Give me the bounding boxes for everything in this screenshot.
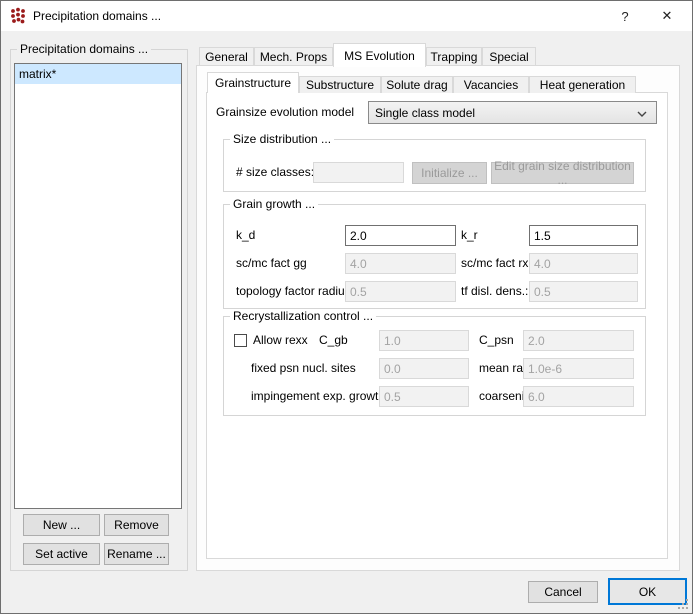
fixed-psn-nucl-sites-label: fixed psn nucl. sites: [251, 358, 356, 379]
impingement-exp-growth-input[interactable]: [379, 386, 469, 407]
fixed-psn-nucl-sites-input[interactable]: [379, 358, 469, 379]
domain-list-item[interactable]: matrix*: [15, 64, 181, 84]
subtab-heat-generation[interactable]: Heat generation: [529, 76, 636, 93]
c-gb-label: C_gb: [319, 330, 348, 351]
tf-disl-dens-label: tf disl. dens.:: [461, 281, 528, 302]
subtab-solute-drag[interactable]: Solute drag: [381, 76, 453, 93]
k-r-label: k_r: [461, 225, 478, 246]
precipitation-domains-group-title: Precipitation domains ...: [17, 42, 151, 56]
c-psn-label: C_psn: [479, 330, 514, 351]
chevron-down-icon: [637, 111, 647, 117]
rename-button[interactable]: Rename ...: [104, 543, 169, 565]
impingement-exp-growth-label: impingement exp. growth: [251, 386, 385, 407]
recrystallization-control-title: Recrystallization control ...: [230, 309, 376, 323]
k-d-label: k_d: [236, 225, 255, 246]
tab-special[interactable]: Special: [482, 47, 536, 65]
initialize-button[interactable]: Initialize ...: [412, 162, 487, 184]
tab-ms-evolution[interactable]: MS Evolution: [333, 43, 426, 67]
size-classes-label: # size classes:: [236, 162, 314, 183]
window-title: Precipitation domains ...: [33, 1, 161, 31]
sc-mc-fact-gg-label: sc/mc fact gg: [236, 253, 307, 274]
k-d-input[interactable]: [345, 225, 456, 246]
remove-button[interactable]: Remove: [104, 514, 169, 536]
dialog-window: Precipitation domains ... ? ✕ Precipitat…: [0, 0, 693, 614]
new-button[interactable]: New ...: [23, 514, 100, 536]
coarsening-input[interactable]: [523, 386, 634, 407]
cancel-button[interactable]: Cancel: [528, 581, 598, 603]
app-icon: [9, 7, 27, 25]
grainsize-model-select[interactable]: Single class model: [368, 101, 657, 124]
set-active-button[interactable]: Set active: [23, 543, 100, 565]
resize-grip[interactable]: [677, 598, 689, 610]
subtab-grainstructure[interactable]: Grainstructure: [207, 72, 299, 93]
subtab-vacancies[interactable]: Vacancies: [453, 76, 529, 93]
c-gb-input[interactable]: [379, 330, 469, 351]
title-bar: Precipitation domains ... ? ✕: [1, 1, 692, 31]
edit-grain-size-distribution-button[interactable]: Edit grain size distribution ...: [491, 162, 634, 184]
c-psn-input[interactable]: [523, 330, 634, 351]
grain-growth-title: Grain growth ...: [230, 197, 318, 211]
tab-trapping[interactable]: Trapping: [426, 47, 482, 65]
tf-disl-dens-input[interactable]: [529, 281, 638, 302]
topology-factor-radius-input[interactable]: [345, 281, 456, 302]
mean-radius-input[interactable]: [523, 358, 634, 379]
ok-button[interactable]: OK: [608, 578, 687, 605]
k-r-input[interactable]: [529, 225, 638, 246]
close-button[interactable]: ✕: [650, 1, 684, 31]
help-button[interactable]: ?: [608, 1, 642, 31]
grainsize-model-label: Grainsize evolution model: [216, 102, 354, 123]
grainsize-model-value: Single class model: [375, 106, 475, 120]
tab-general[interactable]: General: [199, 47, 254, 65]
sc-mc-fact-rx-input[interactable]: [529, 253, 638, 274]
sc-mc-fact-rx-label: sc/mc fact rx: [461, 253, 528, 274]
subtab-substructure[interactable]: Substructure: [299, 76, 381, 93]
domain-list[interactable]: matrix*: [14, 63, 182, 509]
allow-rexx-checkbox[interactable]: [234, 334, 247, 347]
sc-mc-fact-gg-input[interactable]: [345, 253, 456, 274]
tab-mech-props[interactable]: Mech. Props: [254, 47, 333, 65]
size-classes-input[interactable]: [313, 162, 404, 183]
size-distribution-title: Size distribution ...: [230, 132, 334, 146]
allow-rexx-label: Allow rexx: [253, 330, 308, 351]
topology-factor-radius-label: topology factor radius:: [236, 281, 354, 302]
